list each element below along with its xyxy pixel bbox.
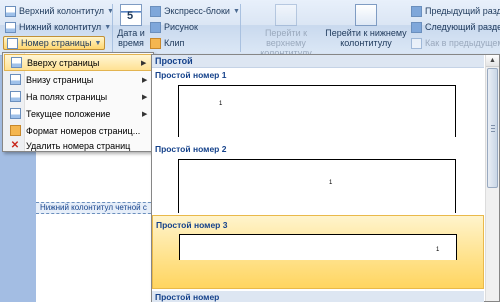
goto-header-label-1: Перейти к верхнему [264,28,308,48]
header-button[interactable]: Верхний колонтитул ▼ [5,4,114,18]
page-number-gallery: Простой Простой номер 1 1 Простой номер … [151,54,500,302]
prev-section-icon [411,5,422,17]
chevron-right-icon: ▶ [141,59,147,67]
link-previous-button[interactable]: Как в предыдущем разд [411,36,500,50]
gallery-category-header: Простой [152,55,484,68]
footer-button[interactable]: Нижний колонтитул ▼ [5,20,111,34]
page-bottom-icon [9,74,21,85]
header-button-label: Верхний колонтитул [19,6,105,16]
format-numbers-icon [9,125,21,136]
next-section-icon [411,21,422,33]
next-section-label: Следующий раздел [425,22,500,32]
page-number-button[interactable]: Номер страницы ▼ [3,36,106,50]
menu-item-top-of-page[interactable]: Вверху страницы ▶ [4,54,152,71]
grip-icon [491,131,495,132]
delete-numbers-icon: ✕ [10,140,20,151]
gallery-item-thumbnail: 1 [178,85,456,137]
express-blocks-button[interactable]: Экспресс-блоки ▼ [150,4,240,18]
prev-section-button[interactable]: Предыдущий раздел [411,4,500,18]
scroll-up-icon[interactable]: ▲ [486,55,499,67]
current-position-icon [9,108,21,119]
menu-item-page-margins[interactable]: На полях страницы ▶ [4,88,152,105]
menu-item-label: Внизу страницы [26,74,94,85]
chevron-down-icon: ▼ [94,39,102,47]
footer-icon [5,21,16,33]
link-icon [411,37,422,49]
ribbon-separator [112,4,113,52]
menu-item-delete-numbers[interactable]: ✕ Удалить номера страниц [4,137,152,154]
gallery-item-thumbnail: 1 [179,234,457,260]
menu-item-current-position[interactable]: Текущее положение ▶ [4,105,152,122]
gallery-category-title: Простой [155,56,193,66]
menu-item-bottom-of-page[interactable]: Внизу страницы ▶ [4,71,152,88]
clip-button[interactable]: Клип [150,36,184,50]
chevron-down-icon: ▼ [104,23,112,31]
next-section-button[interactable]: Следующий раздел [411,20,500,34]
calendar-day: 5 [127,10,134,22]
gallery-item-title: Простой номер 1 [155,70,227,80]
ribbon-separator [240,4,241,52]
goto-footer-label-2: колонтитулу [340,38,392,48]
page-number-preview: 1 [329,180,333,186]
menu-item-label: Текущее положение [26,108,111,119]
page-top-icon [10,57,22,68]
page-number-button-label: Номер страницы [21,38,92,48]
menu-item-label: Удалить номера страниц [26,140,131,151]
gallery-item-simple-3[interactable]: Простой номер 3 1 [152,215,484,289]
date-time-button[interactable]: 5 Дата и время [116,4,146,48]
gallery-item-title: Простой номер [155,292,220,302]
picture-label: Рисунок [164,22,198,32]
page-number-preview: 1 [219,101,223,107]
picture-icon [150,21,161,33]
gallery-item-title: Простой номер 2 [155,144,227,154]
page-number-preview: 1 [436,247,440,253]
date-time-label-1: Дата и [117,28,145,38]
goto-header-button[interactable]: Перейти к верхнему колонтитулу [244,4,328,58]
menu-item-label: Формат номеров страниц... [26,125,141,136]
goto-header-icon [275,4,297,26]
goto-footer-button[interactable]: Перейти к нижнему колонтитулу [324,4,408,48]
header-icon [5,5,16,17]
gallery-item-title: Простой номер 3 [156,220,228,230]
grip-icon [491,125,495,126]
grip-icon [491,128,495,129]
menu-item-label: Вверху страницы [27,57,100,68]
footer-label-text: Нижний колонтитул четной с [40,203,147,212]
page-number-menu: Вверху страницы ▶ Внизу страницы ▶ На по… [2,52,154,152]
gallery-scrollbar[interactable]: ▲ [485,55,499,301]
page-number-icon [7,37,18,49]
express-blocks-label: Экспресс-блоки [164,6,230,16]
footer-label-tab: Нижний колонтитул четной с [36,202,156,214]
menu-item-label: На полях страницы [26,91,108,102]
express-blocks-icon [150,5,161,17]
clip-label: Клип [164,38,185,48]
prev-section-label: Предыдущий раздел [425,6,500,16]
date-time-label-2: время [118,38,144,48]
gallery-item-simple-2[interactable]: Простой номер 2 1 [152,143,484,213]
ribbon: Верхний колонтитул ▼ Нижний колонтитул ▼… [0,0,500,58]
footer-button-label: Нижний колонтитул [19,22,102,32]
goto-footer-icon [355,4,377,26]
goto-footer-label-1: Перейти к нижнему [325,28,407,38]
link-previous-label: Как в предыдущем разд [425,38,500,48]
gallery-item-thumbnail: 1 [178,159,456,213]
calendar-icon: 5 [120,4,142,26]
page-margin-icon [9,91,21,102]
chevron-down-icon: ▼ [232,7,240,15]
picture-button[interactable]: Рисунок [150,20,198,34]
clip-icon [150,37,161,49]
scrollbar-thumb[interactable] [487,68,498,188]
gallery-item-simple-4[interactable]: Простой номер [152,291,484,302]
gallery-item-simple-1[interactable]: Простой номер 1 1 [152,69,484,137]
